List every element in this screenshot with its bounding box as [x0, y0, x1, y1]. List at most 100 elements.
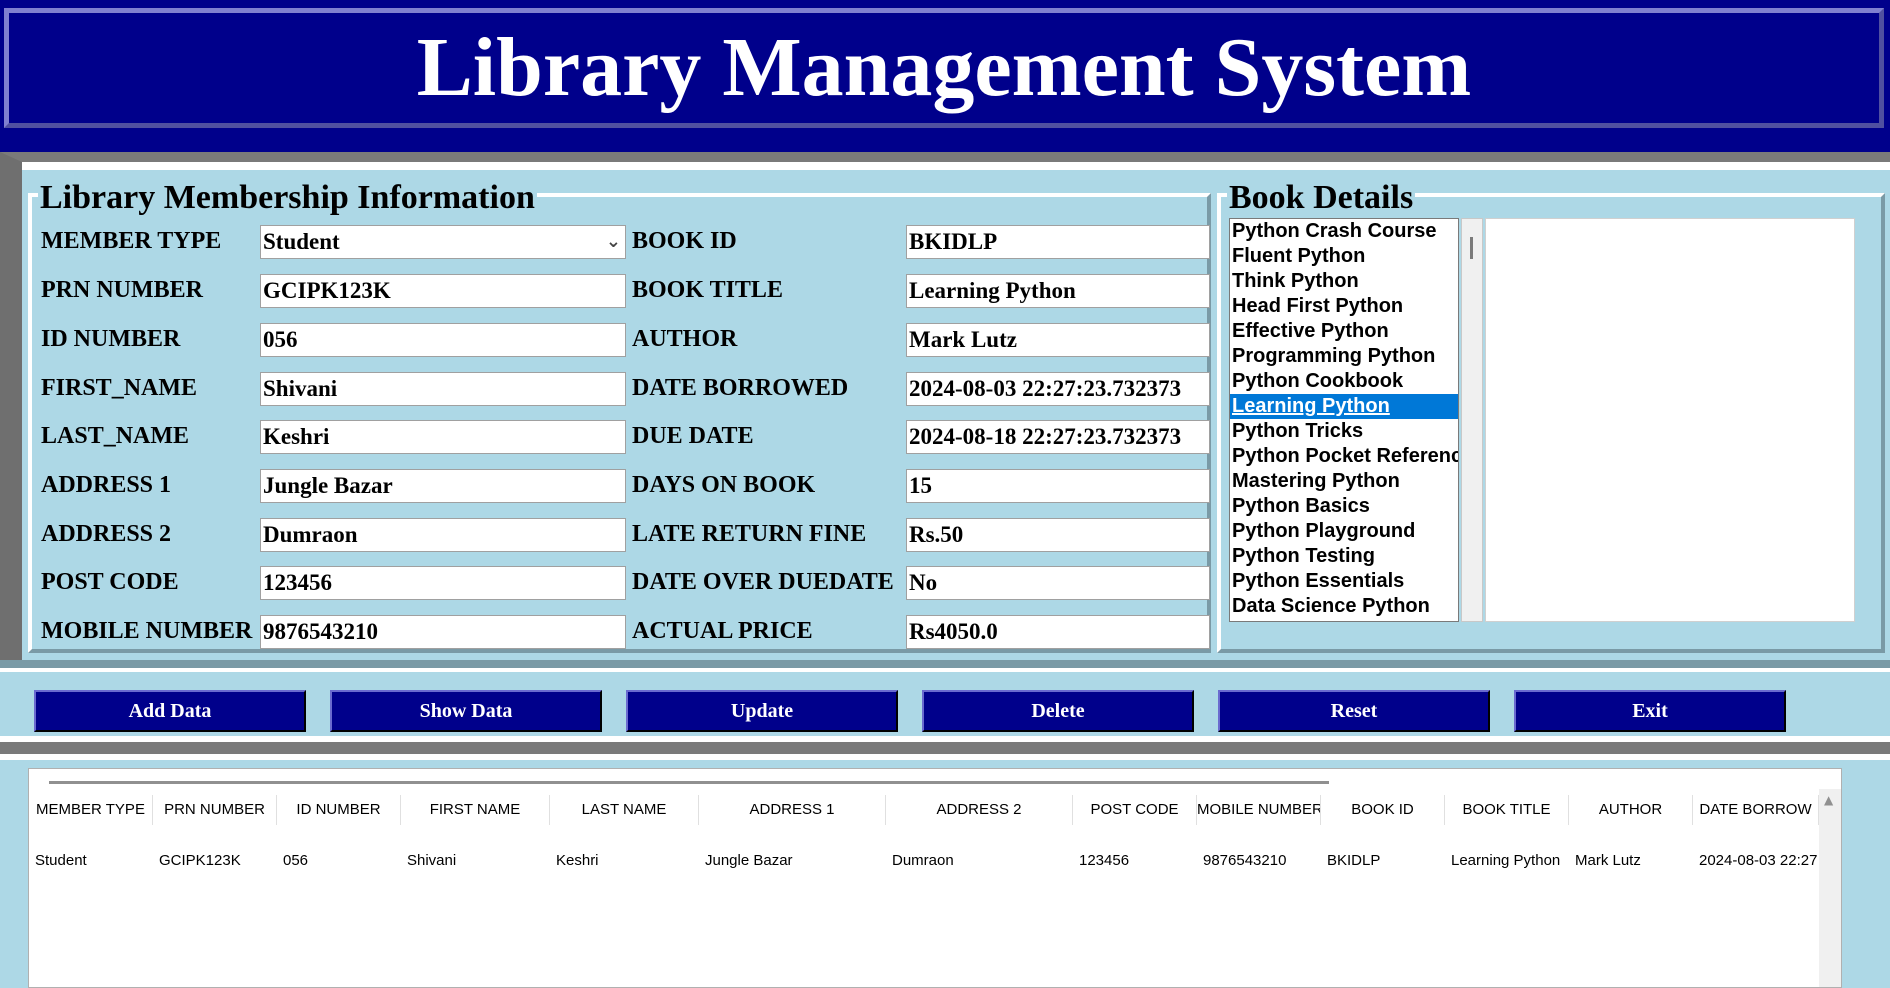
book-list-scrollbar[interactable] [1461, 218, 1483, 622]
book-list-item[interactable]: Head First Python [1230, 294, 1458, 319]
column-header[interactable]: MOBILE NUMBER [1197, 795, 1321, 825]
book-id-field[interactable]: BKIDLP [906, 225, 1210, 259]
column-header[interactable]: PRN NUMBER [153, 795, 277, 825]
date-borrowed-label: DATE BORROWED [632, 375, 849, 401]
add-data-button[interactable]: Add Data [34, 690, 306, 732]
address2-field[interactable]: Dumraon [260, 518, 626, 552]
column-header[interactable]: ADDRESS 2 [886, 795, 1073, 825]
last-name-field[interactable]: Keshri [260, 420, 626, 454]
last-name-label: LAST_NAME [41, 423, 190, 449]
column-header[interactable]: BOOK ID [1321, 795, 1445, 825]
book-list-item[interactable]: Python Basics [1230, 494, 1458, 519]
mobile-field[interactable]: 9876543210 [260, 615, 626, 649]
table-cell: Jungle Bazar [705, 852, 793, 869]
exit-button[interactable]: Exit [1514, 690, 1786, 732]
id-number-label: ID NUMBER [41, 326, 181, 352]
update-button[interactable]: Update [626, 690, 898, 732]
show-data-button[interactable]: Show Data [330, 690, 602, 732]
book-details-textbox[interactable] [1485, 218, 1855, 622]
table-cell: Student [35, 852, 87, 869]
table-cell: BKIDLP [1327, 852, 1381, 869]
member-type-label: MEMBER TYPE [41, 228, 222, 254]
horizontal-scrollbar[interactable] [49, 781, 1329, 784]
book-list-item[interactable]: Python Tricks [1230, 419, 1458, 444]
book-list-item[interactable]: Python Testing [1230, 544, 1458, 569]
book-list-item[interactable]: Effective Python [1230, 319, 1458, 344]
due-date-field[interactable]: 2024-08-18 22:27:23.732373 [906, 420, 1210, 454]
address2-label: ADDRESS 2 [41, 521, 172, 547]
table-cell: Dumraon [892, 852, 954, 869]
date-borrowed-field[interactable]: 2024-08-03 22:27:23.732373 [906, 372, 1210, 406]
post-code-label: POST CODE [41, 569, 179, 595]
member-type-select[interactable]: Student ⌄ [260, 225, 626, 259]
id-number-field[interactable]: 056 [260, 323, 626, 357]
column-header[interactable]: POST CODE [1073, 795, 1197, 825]
table-cell: Keshri [556, 852, 599, 869]
book-title-field[interactable]: Learning Python [906, 274, 1210, 308]
due-date-label: DUE DATE [632, 423, 754, 449]
column-header[interactable]: MEMBER TYPE [29, 795, 153, 825]
table-cell: 123456 [1079, 852, 1130, 869]
column-header[interactable]: BOOK TITLE [1445, 795, 1569, 825]
mobile-label: MOBILE NUMBER [41, 618, 253, 644]
book-id-label: BOOK ID [632, 228, 737, 254]
first-name-label: FIRST_NAME [41, 375, 198, 401]
scrollbar-thumb[interactable] [1470, 237, 1473, 259]
first-name-field[interactable]: Shivani [260, 372, 626, 406]
actual-price-field[interactable]: Rs4050.0 [906, 615, 1210, 649]
records-table[interactable]: ▲ MEMBER TYPE PRN NUMBER ID NUMBER FIRST NA… [28, 768, 1842, 988]
column-header[interactable]: ID NUMBER [277, 795, 401, 825]
table-cell: 056 [283, 852, 309, 869]
vertical-scrollbar[interactable]: ▲ [1819, 789, 1841, 987]
button-frame: Add Data Show Data Update Delete Reset E… [0, 660, 1890, 742]
book-list-item[interactable]: Python Cookbook [1230, 369, 1458, 394]
book-list-item[interactable]: Fluent Python [1230, 244, 1458, 269]
post-code-field[interactable]: 123456 [260, 566, 626, 600]
membership-heading: Library Membership Information [38, 179, 537, 216]
table-cell: Shivani [407, 852, 457, 869]
column-header[interactable]: FIRST NAME [401, 795, 550, 825]
reset-button[interactable]: Reset [1218, 690, 1490, 732]
table-cell: GCIPK123K [159, 852, 241, 869]
actual-price-label: ACTUAL PRICE [632, 618, 813, 644]
book-list-item[interactable]: Data Science Python [1230, 594, 1458, 619]
book-title-label: BOOK TITLE [632, 277, 783, 303]
book-list-item[interactable]: Python Crash Course [1230, 219, 1458, 244]
book-list-item[interactable]: Mastering Python [1230, 469, 1458, 494]
book-list-item[interactable]: Programming Python [1230, 344, 1458, 369]
member-type-value: Student [263, 229, 340, 254]
address1-label: ADDRESS 1 [41, 472, 172, 498]
chevron-down-icon[interactable]: ⌄ [606, 226, 621, 258]
over-due-label: DATE OVER DUEDATE [632, 569, 894, 595]
table-cell: Learning Python [1451, 852, 1561, 869]
title-banner: Library Management System [4, 8, 1884, 128]
book-list-item[interactable]: Python Essentials [1230, 569, 1458, 594]
book-list-item[interactable]: Python Pocket Reference [1230, 444, 1458, 469]
book-list-item[interactable]: Think Python [1230, 269, 1458, 294]
column-header[interactable]: DATE BORROW [1693, 795, 1819, 825]
table-cell: 2024-08-03 22:27 [1699, 852, 1818, 869]
book-details-heading: Book Details [1227, 179, 1416, 216]
address1-field[interactable]: Jungle Bazar [260, 469, 626, 503]
app-title: Library Management System [416, 21, 1472, 114]
delete-button[interactable]: Delete [922, 690, 1194, 732]
column-header[interactable]: LAST NAME [550, 795, 699, 825]
author-field[interactable]: Mark Lutz [906, 323, 1210, 357]
book-listbox[interactable]: Python Crash Course Fluent Python Think Py… [1229, 218, 1459, 622]
days-on-book-field[interactable]: 15 [906, 469, 1210, 503]
author-label: AUTHOR [632, 326, 738, 352]
prn-label: PRN NUMBER [41, 277, 203, 303]
late-fine-field[interactable]: Rs.50 [906, 518, 1210, 552]
table-cell: 9876543210 [1203, 852, 1287, 869]
title-frame: Library Management System [0, 0, 1890, 152]
book-list-item[interactable]: Python Playground [1230, 519, 1458, 544]
over-due-field[interactable]: No [906, 566, 1210, 600]
scroll-up-icon[interactable]: ▲ [1824, 793, 1833, 807]
column-header[interactable]: AUTHOR [1569, 795, 1693, 825]
days-on-book-label: DAYS ON BOOK [632, 472, 816, 498]
book-list-item[interactable]: Learning Python [1230, 394, 1458, 419]
prn-field[interactable]: GCIPK123K [260, 274, 626, 308]
table-cell: Mark Lutz [1575, 852, 1641, 869]
late-fine-label: LATE RETURN FINE [632, 521, 867, 547]
column-header[interactable]: ADDRESS 1 [699, 795, 886, 825]
